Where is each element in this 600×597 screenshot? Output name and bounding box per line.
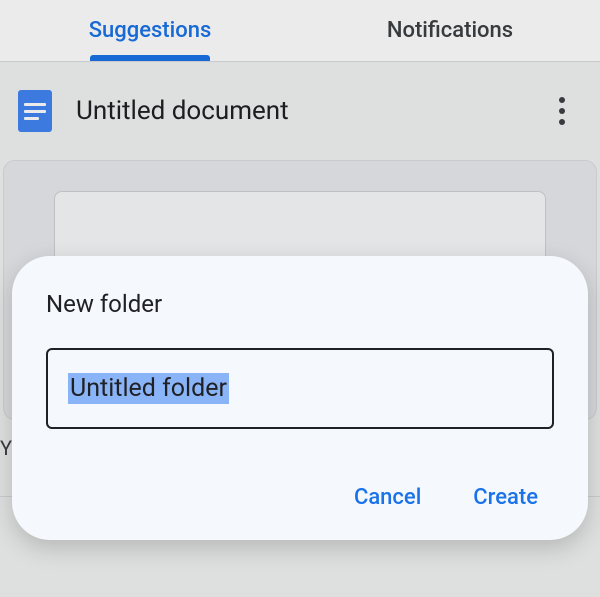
create-button[interactable]: Create [469,479,542,516]
active-tab-indicator [90,55,210,61]
more-options-button[interactable] [542,91,582,131]
document-title: Untitled document [76,96,518,126]
folder-name-input[interactable]: Untitled folder [46,348,554,429]
tab-label: Suggestions [89,18,212,43]
tab-label: Notifications [387,18,513,43]
tab-suggestions[interactable]: Suggestions [0,0,300,61]
dialog-actions: Cancel Create [46,479,554,516]
dialog-title: New folder [46,290,554,318]
input-value: Untitled folder [68,373,229,404]
cancel-button[interactable]: Cancel [350,479,425,516]
more-vertical-icon [559,97,565,125]
tab-notifications[interactable]: Notifications [300,0,600,61]
new-folder-dialog: New folder Untitled folder Cancel Create [12,256,588,540]
document-row[interactable]: Untitled document [0,62,600,160]
docs-icon [18,90,52,132]
tab-bar: Suggestions Notifications [0,0,600,62]
